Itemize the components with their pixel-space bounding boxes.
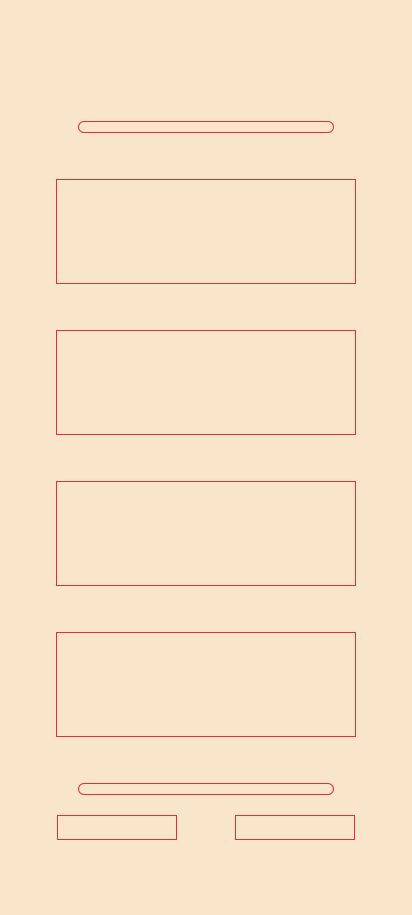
right-button[interactable] (235, 815, 355, 840)
top-pill-bar[interactable] (78, 121, 334, 133)
right-button-label (236, 816, 354, 839)
card-4[interactable] (56, 632, 356, 737)
card-2[interactable] (56, 330, 356, 435)
bottom-pill-bar-label (79, 784, 333, 794)
card-1-label (57, 180, 355, 283)
bottom-pill-bar[interactable] (78, 783, 334, 795)
card-3[interactable] (56, 481, 356, 586)
card-4-label (57, 633, 355, 736)
card-3-label (57, 482, 355, 585)
card-2-label (57, 331, 355, 434)
left-button[interactable] (57, 815, 177, 840)
left-button-label (58, 816, 176, 839)
card-1[interactable] (56, 179, 356, 284)
top-pill-bar-label (79, 122, 333, 132)
